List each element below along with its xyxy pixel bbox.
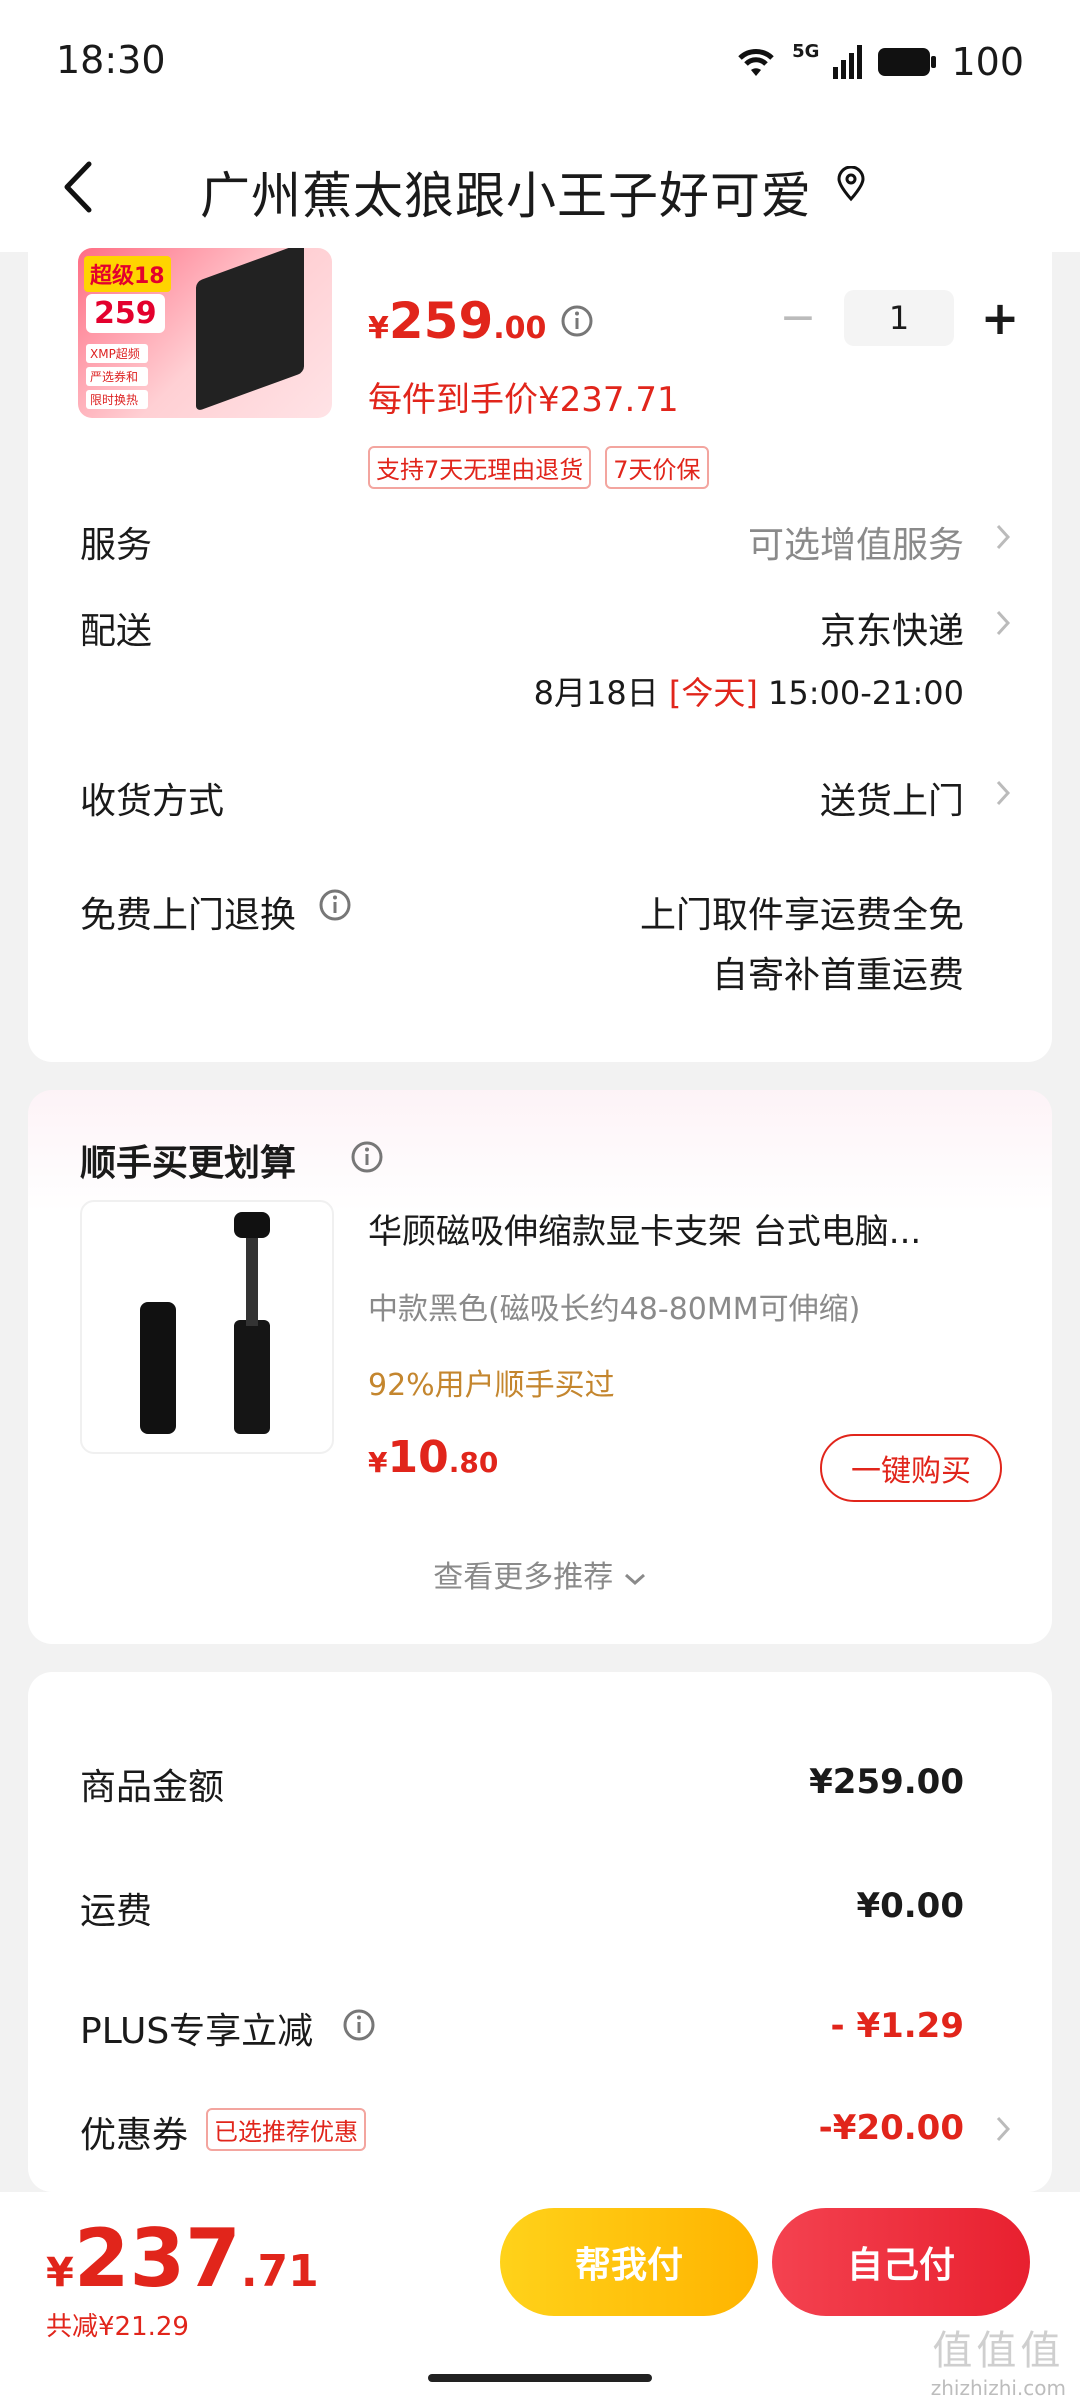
increase-quantity-button[interactable]: +	[980, 295, 1020, 341]
recommend-item-price: ¥ 10 .80	[368, 1432, 498, 1483]
free-return-label: 免费上门退换	[80, 895, 297, 936]
quantity-stepper: − 1 +	[778, 290, 1020, 346]
receive-value[interactable]: 送货上门	[820, 772, 964, 824]
delivery-value[interactable]: 京东快递	[820, 602, 964, 654]
price-currency: ¥	[368, 311, 389, 346]
checkout-bar: ¥ 237 .71 共减¥21.29 帮我付 自己付	[0, 2192, 1080, 2400]
recommend-info-icon[interactable]	[350, 1140, 384, 1174]
chevron-right-icon[interactable]	[994, 2114, 1012, 2144]
chevron-right-icon[interactable]	[994, 778, 1012, 808]
plus-discount-value: - ¥1.29	[830, 2006, 965, 2046]
total-price: ¥ 237 .71	[46, 2212, 319, 2305]
battery-icon	[878, 48, 937, 76]
tag-return: 支持7天无理由退货	[368, 446, 592, 489]
price-integer: 10	[387, 1432, 449, 1483]
image-chips: XMP超频 严选券和 限时换热	[86, 344, 148, 409]
product-tags: 支持7天无理由退货 7天价保	[368, 446, 709, 489]
coupon-value[interactable]: -¥20.00	[819, 2108, 964, 2148]
total-integer: 237	[73, 2212, 241, 2305]
price-integer: 259	[388, 292, 494, 350]
total-decimal: .71	[240, 2246, 319, 2297]
recommend-item-spec: 中款黑色(磁吸长约48-80MM可伸缩)	[368, 1292, 861, 1327]
price-decimal: .80	[448, 1446, 499, 1479]
goods-amount-value: ¥259.00	[809, 1762, 964, 1802]
network-label: 5G	[792, 41, 820, 62]
free-return-value-1: 上门取件享运费全免	[639, 895, 964, 936]
chevron-right-icon[interactable]	[994, 608, 1012, 638]
total-saved[interactable]: 共减¥21.29	[46, 2306, 189, 2343]
recommend-item-bought: 92%用户顺手买过	[368, 1368, 615, 1403]
battery-level: 100	[951, 40, 1024, 84]
product-price: ¥ 259 .00	[368, 292, 546, 350]
status-bar: 18:30 5G 100	[0, 0, 1080, 120]
price-info-icon[interactable]	[560, 304, 594, 338]
product-image[interactable]: 超级18 259 XMP超频 严选券和 限时换热	[78, 248, 332, 418]
status-icons: 5G 100	[734, 38, 1024, 86]
image-chip: 限时换热	[86, 390, 148, 409]
delivery-today: [今天]	[668, 674, 758, 712]
price-currency: ¥	[368, 1446, 388, 1479]
shipping-value: ¥0.00	[856, 1886, 964, 1926]
price-decimal: .00	[493, 311, 547, 346]
image-badge-price: 259	[86, 294, 165, 333]
goods-amount-label: 商品金额	[80, 1767, 225, 1808]
coupon-label: 优惠券	[80, 2115, 189, 2156]
image-badge-top: 超级18	[84, 256, 171, 292]
watermark-site: zhizhizhi.com	[930, 2376, 1066, 2400]
service-value[interactable]: 可选增值服务	[748, 516, 964, 568]
quantity-value[interactable]: 1	[844, 290, 954, 346]
recommend-item-title[interactable]: 华顾磁吸伸缩款显卡支架 台式电脑...	[368, 1204, 1008, 1253]
plus-discount-label: PLUS专享立减	[80, 2011, 314, 2052]
receive-label: 收货方式	[80, 781, 225, 822]
wifi-icon	[738, 49, 774, 76]
tag-price-protect: 7天价保	[605, 446, 709, 489]
one-click-buy-button[interactable]: 一键购买	[820, 1434, 1002, 1502]
delivery-date: 8月18日	[533, 674, 659, 712]
return-info-icon[interactable]	[318, 888, 352, 922]
free-return-value-2: 自寄补首重运费	[711, 955, 964, 996]
back-button[interactable]	[48, 152, 108, 222]
recommend-card: 顺手买更划算 华顾磁吸伸缩款显卡支架 台式电脑... 中款黑色(磁吸长约48-8…	[28, 1090, 1052, 1644]
chevron-left-icon	[64, 161, 92, 213]
plus-info-icon[interactable]	[342, 2008, 376, 2042]
watermark: 值值值 zhizhizhi.com	[931, 2318, 1066, 2400]
price-summary-card: 商品金额 ¥259.00 运费 ¥0.00 PLUS专享立减 - ¥1.29 优…	[28, 1672, 1052, 2192]
more-recommend-link[interactable]: 查看更多推荐	[28, 1552, 1052, 1596]
more-recommend-label: 查看更多推荐	[433, 1560, 614, 1595]
decrease-quantity-button[interactable]: −	[778, 296, 818, 340]
coupon-tag[interactable]: 已选推荐优惠	[206, 2108, 366, 2151]
gpu-bracket-graphic	[140, 1212, 270, 1434]
service-label: 服务	[80, 525, 153, 566]
chevron-right-icon[interactable]	[994, 522, 1012, 552]
each-price: 每件到手价¥237.71	[368, 380, 679, 420]
help-pay-button[interactable]: 帮我付	[500, 2208, 758, 2316]
shipping-label: 运费	[80, 1891, 153, 1932]
recommend-item-image[interactable]	[80, 1200, 334, 1454]
location-pin-icon[interactable]	[836, 165, 866, 206]
recommend-title: 顺手买更划算	[80, 1143, 297, 1184]
image-chip: 严选券和	[86, 367, 148, 386]
status-time: 18:30	[56, 38, 166, 82]
total-currency: ¥	[46, 2250, 74, 2296]
order-product-card: 超级18 259 XMP超频 严选券和 限时换热 ¥ 259 .00 − 1 +…	[28, 232, 1052, 1062]
home-indicator[interactable]	[428, 2374, 652, 2382]
delivery-label: 配送	[80, 611, 153, 652]
watermark-logo: 值值值	[932, 2328, 1065, 2374]
ram-module-graphic	[196, 248, 304, 412]
delivery-time-line[interactable]: 8月18日 [今天] 15:00-21:00	[534, 668, 964, 714]
self-pay-button[interactable]: 自己付	[772, 2208, 1030, 2316]
chevron-down-icon	[624, 1573, 645, 1585]
image-chip: XMP超频	[86, 344, 148, 363]
page-title[interactable]: 广州蕉太狼跟小王子好可爱	[200, 156, 812, 228]
signal-icon	[833, 45, 863, 79]
delivery-time: 15:00-21:00	[768, 674, 964, 712]
